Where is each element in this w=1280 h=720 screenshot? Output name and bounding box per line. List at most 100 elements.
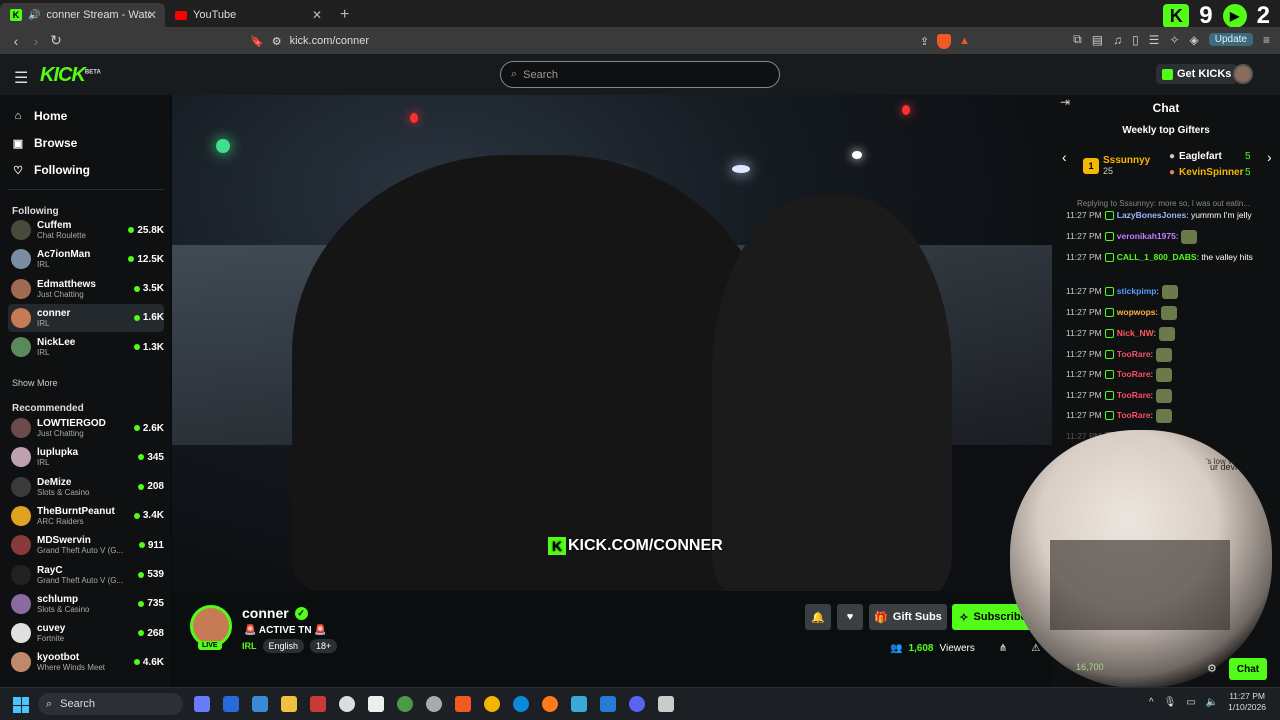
report-icon[interactable]: ⚠ bbox=[1031, 643, 1040, 654]
chat-message[interactable]: 11:27 PM TooRare: bbox=[1066, 368, 1271, 382]
chat-settings-icon[interactable]: ⚙ bbox=[1207, 662, 1217, 675]
forward-button[interactable]: › bbox=[26, 33, 46, 49]
chat-username[interactable]: CALL_1_800_DABS bbox=[1117, 252, 1197, 262]
hamburger-menu-icon[interactable]: ☰ bbox=[14, 68, 28, 88]
sidebar-channel[interactable]: luplupka IRL 345 bbox=[8, 443, 164, 471]
chat-message[interactable]: 11:27 PM CALL_1_800_DABS: the valley hits bbox=[1066, 251, 1271, 264]
back-button[interactable]: ‹ bbox=[6, 33, 26, 49]
menu-icon[interactable]: ≡ bbox=[1263, 33, 1270, 47]
sidebar-channel[interactable]: TheBurntPeanut ARC Raiders 3.4K bbox=[8, 502, 164, 530]
reader-icon[interactable]: ▤ bbox=[1092, 33, 1103, 47]
sidebar-channel[interactable]: MDSwervin Grand Theft Auto V (G... 911 bbox=[8, 531, 164, 559]
prev-gifter-icon[interactable]: ‹ bbox=[1062, 149, 1067, 165]
next-gifter-icon[interactable]: › bbox=[1267, 149, 1272, 165]
app-icon[interactable] bbox=[339, 696, 355, 712]
chat-message[interactable]: 11:27 PM wopwops: bbox=[1066, 306, 1271, 320]
music-icon[interactable]: ♫ bbox=[1113, 33, 1122, 47]
bookmarks-icon[interactable]: ☰ bbox=[1149, 33, 1160, 47]
sidebar-channel[interactable]: DeMize Slots & Casino 208 bbox=[8, 473, 164, 501]
language-tag[interactable]: English bbox=[262, 639, 305, 653]
tab-kick[interactable]: K 🔊 conner Stream - Watch Live o ✕ bbox=[0, 3, 165, 27]
show-more-link[interactable]: Show More bbox=[12, 378, 58, 388]
streamer-name[interactable]: conner ✓ bbox=[242, 605, 308, 621]
tray-chevron-icon[interactable]: ^ bbox=[1149, 697, 1154, 708]
url-field[interactable]: 🔖 ⚙ kick.com/conner ⇪ ▲ bbox=[250, 32, 970, 50]
chat-message[interactable]: 11:27 PM veronikah1975: bbox=[1066, 230, 1271, 244]
app-icon[interactable] bbox=[223, 696, 239, 712]
chrome-icon[interactable] bbox=[484, 696, 500, 712]
send-chat-button[interactable]: Chat bbox=[1229, 658, 1267, 680]
chat-username[interactable]: TooRare bbox=[1117, 369, 1151, 379]
app-icon[interactable] bbox=[252, 696, 268, 712]
discord-icon[interactable] bbox=[629, 696, 645, 712]
sidebar-channel[interactable]: RayC Grand Theft Auto V (G... 539 bbox=[8, 561, 164, 589]
clock[interactable]: 11:27 PM 1/10/2026 bbox=[1228, 691, 1266, 713]
app-icon[interactable] bbox=[571, 696, 587, 712]
rewards-icon[interactable]: ▲ bbox=[959, 35, 970, 47]
nav-home[interactable]: ⌂ Home bbox=[12, 109, 68, 123]
chat-message[interactable]: 11:27 PM TooRare: bbox=[1066, 348, 1271, 362]
share-icon[interactable]: ⋔ bbox=[999, 643, 1007, 654]
reload-button[interactable]: ↻ bbox=[46, 32, 66, 49]
network-icon[interactable]: ▭ bbox=[1186, 697, 1195, 708]
firefox-icon[interactable] bbox=[542, 696, 558, 712]
vpn-icon[interactable]: ◈ bbox=[1190, 33, 1199, 47]
chat-username[interactable]: TooRare bbox=[1117, 410, 1151, 420]
tab-youtube[interactable]: YouTube ✕ bbox=[165, 3, 330, 27]
app-icon[interactable] bbox=[194, 696, 210, 712]
chat-username[interactable]: TooRare bbox=[1117, 390, 1151, 400]
edge-icon[interactable] bbox=[513, 696, 529, 712]
app-icon[interactable] bbox=[368, 696, 384, 712]
sidebar-channel[interactable]: Ac7ionMan IRL 12.5K bbox=[8, 245, 164, 273]
gift-subs-button[interactable]: 🎁 Gift Subs bbox=[869, 604, 947, 630]
nav-following[interactable]: ♡ Following bbox=[12, 163, 90, 177]
chat-message[interactable]: 11:27 PM TooRare: bbox=[1066, 409, 1271, 423]
taskbar-search[interactable]: ⌕ Search bbox=[38, 693, 183, 715]
chat-message[interactable]: 11:27 PM TooRare: bbox=[1066, 389, 1271, 403]
chat-message[interactable]: 11:27 PM stickpimp: bbox=[1066, 285, 1271, 299]
category-link[interactable]: IRL bbox=[242, 641, 257, 651]
app-icon[interactable] bbox=[310, 696, 326, 712]
site-info-icon[interactable]: ⚙ bbox=[272, 35, 282, 48]
microphone-icon[interactable]: 🎙 bbox=[1164, 697, 1177, 708]
volume-icon[interactable]: 🔈 bbox=[1206, 697, 1218, 708]
chat-username[interactable]: TooRare bbox=[1117, 349, 1151, 359]
app-icon[interactable] bbox=[397, 696, 413, 712]
sidebar-channel[interactable]: LOWTIERGOD Just Chatting 2.6K bbox=[8, 414, 164, 442]
chat-username[interactable]: wopwops bbox=[1117, 307, 1156, 317]
user-avatar[interactable] bbox=[1233, 64, 1253, 84]
windows-start-icon[interactable] bbox=[13, 697, 29, 713]
app-icon[interactable] bbox=[658, 696, 674, 712]
app-icon[interactable] bbox=[426, 696, 442, 712]
sidebar-channel[interactable]: kyootbot Where Winds Meet 4.6K bbox=[8, 648, 164, 676]
chat-username[interactable]: LazyBonesJones bbox=[1117, 210, 1186, 220]
nav-browse[interactable]: ▣ Browse bbox=[12, 136, 78, 150]
update-button[interactable]: Update bbox=[1208, 33, 1253, 46]
search-input[interactable]: ⌕ Search bbox=[500, 61, 780, 88]
get-kicks-button[interactable]: Get KICKs bbox=[1156, 64, 1238, 84]
sidebar-channel[interactable]: conner IRL 1.6K bbox=[8, 303, 164, 332]
chat-username[interactable]: veronikah1975 bbox=[1117, 231, 1176, 241]
close-tab-icon[interactable]: ✕ bbox=[147, 8, 157, 22]
leo-icon[interactable]: ✧ bbox=[1169, 33, 1179, 47]
kick-logo[interactable]: KICKBETA bbox=[40, 64, 101, 87]
chat-message[interactable]: 11:27 PM LazyBonesJones: yummm I'm jelly bbox=[1066, 209, 1271, 222]
follow-heart-button[interactable]: ♥ bbox=[837, 604, 863, 630]
extensions-icon[interactable]: ⧉ bbox=[1073, 32, 1082, 47]
new-tab-button[interactable]: + bbox=[340, 6, 349, 24]
chat-message[interactable]: 11:27 PM Nick_NW: bbox=[1066, 327, 1271, 341]
sidebar-channel[interactable]: NickLee IRL 1.3K bbox=[8, 333, 164, 361]
sidebar-icon[interactable]: ▯ bbox=[1132, 33, 1139, 47]
sidebar-channel[interactable]: schlump Slots & Casino 735 bbox=[8, 590, 164, 618]
share-icon[interactable]: ⇪ bbox=[920, 35, 929, 48]
video-player[interactable]: K KICK.COM/CONNER bbox=[172, 95, 1052, 591]
notification-bell-button[interactable]: 🔔 bbox=[805, 604, 831, 630]
brave-shield-icon[interactable] bbox=[937, 33, 952, 49]
bookmark-icon[interactable]: 🔖 bbox=[250, 35, 264, 48]
sidebar-channel[interactable]: Edmatthews Just Chatting 3.5K bbox=[8, 275, 164, 303]
vscode-icon[interactable] bbox=[600, 696, 616, 712]
close-tab-icon[interactable]: ✕ bbox=[312, 8, 322, 22]
sidebar-channel[interactable]: Cuffem Chat Roulette 25.8K bbox=[8, 216, 164, 244]
brave-icon[interactable] bbox=[455, 696, 471, 712]
folder-icon[interactable] bbox=[281, 696, 297, 712]
